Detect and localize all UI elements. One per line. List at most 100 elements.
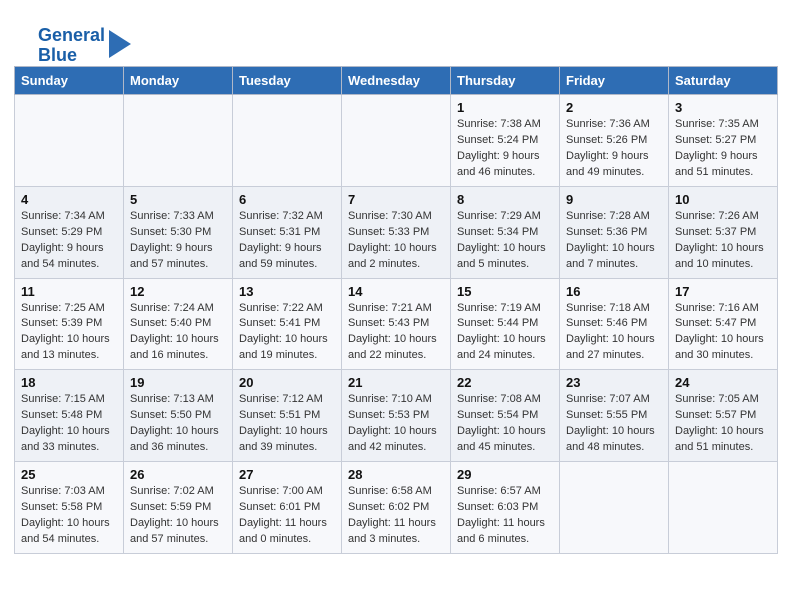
- calendar-cell: 6 Sunrise: 7:32 AM Sunset: 5:31 PM Daylig…: [233, 186, 342, 278]
- calendar-cell: 23 Sunrise: 7:07 AM Sunset: 5:55 PM Dayli…: [560, 370, 669, 462]
- day-number: 9: [566, 192, 662, 207]
- calendar-cell: 10 Sunrise: 7:26 AM Sunset: 5:37 PM Dayli…: [669, 186, 778, 278]
- calendar-table: SundayMondayTuesdayWednesdayThursdayFrid…: [14, 66, 778, 554]
- calendar-cell: 3 Sunrise: 7:35 AM Sunset: 5:27 PM Daylig…: [669, 95, 778, 187]
- day-number: 23: [566, 375, 662, 390]
- day-number: 2: [566, 100, 662, 115]
- day-number: 29: [457, 467, 553, 482]
- day-number: 20: [239, 375, 335, 390]
- calendar-cell: 25 Sunrise: 7:03 AM Sunset: 5:58 PM Dayli…: [15, 462, 124, 554]
- day-number: 15: [457, 284, 553, 299]
- weekday-header-monday: Monday: [124, 67, 233, 95]
- calendar-cell: 20 Sunrise: 7:12 AM Sunset: 5:51 PM Dayli…: [233, 370, 342, 462]
- day-number: 5: [130, 192, 226, 207]
- day-info: Sunrise: 7:32 AM Sunset: 5:31 PM Dayligh…: [239, 209, 335, 273]
- day-info: Sunrise: 7:24 AM Sunset: 5:40 PM Dayligh…: [130, 301, 226, 365]
- day-info: Sunrise: 7:08 AM Sunset: 5:54 PM Dayligh…: [457, 392, 553, 456]
- calendar-cell: 22 Sunrise: 7:08 AM Sunset: 5:54 PM Dayli…: [451, 370, 560, 462]
- calendar-cell: 13 Sunrise: 7:22 AM Sunset: 5:41 PM Dayli…: [233, 278, 342, 370]
- calendar-cell: 19 Sunrise: 7:13 AM Sunset: 5:50 PM Dayli…: [124, 370, 233, 462]
- weekday-header-sunday: Sunday: [15, 67, 124, 95]
- calendar-cell: 4 Sunrise: 7:34 AM Sunset: 5:29 PM Daylig…: [15, 186, 124, 278]
- day-number: 14: [348, 284, 444, 299]
- day-info: Sunrise: 7:30 AM Sunset: 5:33 PM Dayligh…: [348, 209, 444, 273]
- day-info: Sunrise: 7:05 AM Sunset: 5:57 PM Dayligh…: [675, 392, 771, 456]
- day-info: Sunrise: 7:33 AM Sunset: 5:30 PM Dayligh…: [130, 209, 226, 273]
- day-number: 10: [675, 192, 771, 207]
- day-info: Sunrise: 7:26 AM Sunset: 5:37 PM Dayligh…: [675, 209, 771, 273]
- calendar-cell: 18 Sunrise: 7:15 AM Sunset: 5:48 PM Dayli…: [15, 370, 124, 462]
- calendar-cell: 11 Sunrise: 7:25 AM Sunset: 5:39 PM Dayli…: [15, 278, 124, 370]
- day-number: 8: [457, 192, 553, 207]
- day-number: 24: [675, 375, 771, 390]
- day-number: 28: [348, 467, 444, 482]
- day-number: 25: [21, 467, 117, 482]
- calendar-cell: 24 Sunrise: 7:05 AM Sunset: 5:57 PM Dayli…: [669, 370, 778, 462]
- day-info: Sunrise: 6:58 AM Sunset: 6:02 PM Dayligh…: [348, 484, 444, 548]
- day-info: Sunrise: 7:03 AM Sunset: 5:58 PM Dayligh…: [21, 484, 117, 548]
- weekday-header-saturday: Saturday: [669, 67, 778, 95]
- weekday-header-friday: Friday: [560, 67, 669, 95]
- calendar-cell: 5 Sunrise: 7:33 AM Sunset: 5:30 PM Daylig…: [124, 186, 233, 278]
- day-number: 6: [239, 192, 335, 207]
- day-info: Sunrise: 7:00 AM Sunset: 6:01 PM Dayligh…: [239, 484, 335, 548]
- calendar-cell: 12 Sunrise: 7:24 AM Sunset: 5:40 PM Dayli…: [124, 278, 233, 370]
- calendar-cell: [342, 95, 451, 187]
- day-info: Sunrise: 7:16 AM Sunset: 5:47 PM Dayligh…: [675, 301, 771, 365]
- day-info: Sunrise: 7:35 AM Sunset: 5:27 PM Dayligh…: [675, 117, 771, 181]
- calendar-cell: [15, 95, 124, 187]
- day-number: 19: [130, 375, 226, 390]
- day-number: 18: [21, 375, 117, 390]
- day-info: Sunrise: 7:29 AM Sunset: 5:34 PM Dayligh…: [457, 209, 553, 273]
- calendar-cell: 16 Sunrise: 7:18 AM Sunset: 5:46 PM Dayli…: [560, 278, 669, 370]
- calendar-cell: 27Sunrise: 7:00 AM Sunset: 6:01 PM Dayli…: [233, 462, 342, 554]
- calendar-cell: [233, 95, 342, 187]
- day-info: Sunrise: 7:18 AM Sunset: 5:46 PM Dayligh…: [566, 301, 662, 365]
- day-info: Sunrise: 7:21 AM Sunset: 5:43 PM Dayligh…: [348, 301, 444, 365]
- day-info: Sunrise: 7:38 AM Sunset: 5:24 PM Dayligh…: [457, 117, 553, 181]
- day-number: 4: [21, 192, 117, 207]
- calendar-cell: 14 Sunrise: 7:21 AM Sunset: 5:43 PM Dayli…: [342, 278, 451, 370]
- day-number: 16: [566, 284, 662, 299]
- day-number: 22: [457, 375, 553, 390]
- day-number: 26: [130, 467, 226, 482]
- calendar-cell: 21 Sunrise: 7:10 AM Sunset: 5:53 PM Dayli…: [342, 370, 451, 462]
- calendar-cell: 2 Sunrise: 7:36 AM Sunset: 5:26 PM Daylig…: [560, 95, 669, 187]
- calendar-cell: [669, 462, 778, 554]
- day-info: Sunrise: 7:02 AM Sunset: 5:59 PM Dayligh…: [130, 484, 226, 548]
- day-info: Sunrise: 7:28 AM Sunset: 5:36 PM Dayligh…: [566, 209, 662, 273]
- day-info: Sunrise: 7:15 AM Sunset: 5:48 PM Dayligh…: [21, 392, 117, 456]
- calendar-cell: 26 Sunrise: 7:02 AM Sunset: 5:59 PM Dayli…: [124, 462, 233, 554]
- logo-text: GeneralBlue: [38, 26, 105, 66]
- day-number: 12: [130, 284, 226, 299]
- day-number: 13: [239, 284, 335, 299]
- day-info: Sunrise: 7:12 AM Sunset: 5:51 PM Dayligh…: [239, 392, 335, 456]
- day-info: Sunrise: 7:34 AM Sunset: 5:29 PM Dayligh…: [21, 209, 117, 273]
- day-info: Sunrise: 7:36 AM Sunset: 5:26 PM Dayligh…: [566, 117, 662, 181]
- day-number: 21: [348, 375, 444, 390]
- logo-icon: [109, 30, 131, 58]
- weekday-header-wednesday: Wednesday: [342, 67, 451, 95]
- calendar-cell: [560, 462, 669, 554]
- day-info: Sunrise: 7:22 AM Sunset: 5:41 PM Dayligh…: [239, 301, 335, 365]
- calendar-cell: 1 Sunrise: 7:38 AM Sunset: 5:24 PM Daylig…: [451, 95, 560, 187]
- calendar-cell: [124, 95, 233, 187]
- calendar-cell: 29Sunrise: 6:57 AM Sunset: 6:03 PM Dayli…: [451, 462, 560, 554]
- calendar-cell: 9 Sunrise: 7:28 AM Sunset: 5:36 PM Daylig…: [560, 186, 669, 278]
- day-info: Sunrise: 7:25 AM Sunset: 5:39 PM Dayligh…: [21, 301, 117, 365]
- calendar-cell: 8 Sunrise: 7:29 AM Sunset: 5:34 PM Daylig…: [451, 186, 560, 278]
- day-info: Sunrise: 7:13 AM Sunset: 5:50 PM Dayligh…: [130, 392, 226, 456]
- day-number: 11: [21, 284, 117, 299]
- calendar-cell: 7Sunrise: 7:30 AM Sunset: 5:33 PM Daylig…: [342, 186, 451, 278]
- day-number: 3: [675, 100, 771, 115]
- day-info: Sunrise: 7:10 AM Sunset: 5:53 PM Dayligh…: [348, 392, 444, 456]
- weekday-header-thursday: Thursday: [451, 67, 560, 95]
- day-info: Sunrise: 7:19 AM Sunset: 5:44 PM Dayligh…: [457, 301, 553, 365]
- day-number: 1: [457, 100, 553, 115]
- calendar-cell: 15 Sunrise: 7:19 AM Sunset: 5:44 PM Dayli…: [451, 278, 560, 370]
- day-info: Sunrise: 7:07 AM Sunset: 5:55 PM Dayligh…: [566, 392, 662, 456]
- calendar-cell: 17 Sunrise: 7:16 AM Sunset: 5:47 PM Dayli…: [669, 278, 778, 370]
- calendar-cell: 28 Sunrise: 6:58 AM Sunset: 6:02 PM Dayli…: [342, 462, 451, 554]
- day-number: 17: [675, 284, 771, 299]
- logo: GeneralBlue: [38, 26, 131, 66]
